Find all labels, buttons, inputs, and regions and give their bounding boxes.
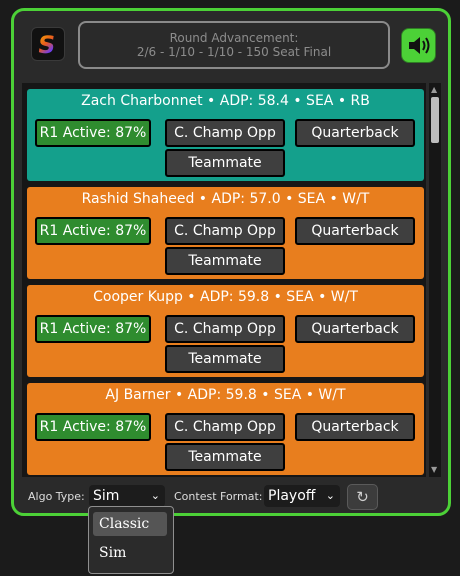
- player-title: Rashid Shaheed • ADP: 57.0 • SEA • W/T: [81, 191, 370, 207]
- header: S Round Advancement: 2/6 - 1/10 - 1/10 -…: [14, 11, 448, 79]
- algo-type-dropdown: Classic Sim: [88, 506, 174, 574]
- champ-opp-button[interactable]: C. Champ Opp: [165, 119, 285, 147]
- player-card: AJ Barner • ADP: 59.8 • SEA • W/T R1 Act…: [27, 383, 424, 475]
- champ-opp-button[interactable]: C. Champ Opp: [165, 217, 285, 245]
- chevron-down-icon: ⌄: [150, 489, 160, 502]
- algo-type-select[interactable]: Sim ⌄: [89, 485, 165, 507]
- r1-active-button[interactable]: R1 Active: 87%: [35, 315, 151, 343]
- refresh-button[interactable]: ↻: [347, 484, 378, 510]
- r1-active-button[interactable]: R1 Active: 87%: [35, 119, 151, 147]
- contest-format-label: Contest Format:: [174, 490, 263, 503]
- round-detail: 2/6 - 1/10 - 1/10 - 150 Seat Final: [136, 45, 332, 59]
- quarterback-button[interactable]: Quarterback: [295, 217, 415, 245]
- scrollbar[interactable]: ▲ ▼: [429, 83, 441, 477]
- teammate-button[interactable]: Teammate: [165, 149, 285, 177]
- algo-type-label: Algo Type:: [28, 490, 85, 503]
- champ-opp-button[interactable]: C. Champ Opp: [165, 413, 285, 441]
- refresh-icon: ↻: [356, 488, 369, 506]
- footer: Algo Type: Sim ⌄ Contest Format: Playoff…: [14, 481, 448, 511]
- teammate-button[interactable]: Teammate: [165, 443, 285, 471]
- algo-type-value: Sim: [93, 488, 120, 504]
- teammate-button[interactable]: Teammate: [165, 345, 285, 373]
- player-title: Zach Charbonnet • ADP: 58.4 • SEA • RB: [81, 93, 370, 109]
- chevron-down-icon: ⌄: [325, 489, 335, 502]
- quarterback-button[interactable]: Quarterback: [295, 413, 415, 441]
- speaker-icon: [409, 37, 430, 54]
- player-list[interactable]: Zach Charbonnet • ADP: 58.4 • SEA • RB R…: [22, 83, 426, 477]
- r1-active-button[interactable]: R1 Active: 87%: [35, 413, 151, 441]
- quarterback-button[interactable]: Quarterback: [295, 315, 415, 343]
- app-logo: S: [31, 27, 65, 61]
- player-title: Cooper Kupp • ADP: 59.8 • SEA • W/T: [93, 289, 358, 305]
- logo-letter: S: [36, 31, 58, 59]
- player-title: AJ Barner • ADP: 59.8 • SEA • W/T: [105, 387, 346, 403]
- round-title: Round Advancement:: [169, 31, 299, 45]
- round-advancement-box: Round Advancement: 2/6 - 1/10 - 1/10 - 1…: [78, 21, 390, 69]
- scroll-up-icon[interactable]: ▲: [431, 85, 437, 94]
- r1-active-button[interactable]: R1 Active: 87%: [35, 217, 151, 245]
- quarterback-button[interactable]: Quarterback: [295, 119, 415, 147]
- scrollbar-thumb[interactable]: [431, 97, 439, 143]
- player-card: Cooper Kupp • ADP: 59.8 • SEA • W/T R1 A…: [27, 285, 424, 377]
- contest-format-select[interactable]: Playoff ⌄: [264, 485, 340, 507]
- contest-format-value: Playoff: [268, 488, 316, 504]
- player-card: Rashid Shaheed • ADP: 57.0 • SEA • W/T R…: [27, 187, 424, 279]
- dropdown-option-sim[interactable]: Sim: [93, 541, 167, 565]
- champ-opp-button[interactable]: C. Champ Opp: [165, 315, 285, 343]
- player-card: Zach Charbonnet • ADP: 58.4 • SEA • RB R…: [27, 89, 424, 181]
- main-panel: S Round Advancement: 2/6 - 1/10 - 1/10 -…: [11, 8, 451, 516]
- sound-button[interactable]: [401, 28, 436, 63]
- teammate-button[interactable]: Teammate: [165, 247, 285, 275]
- dropdown-option-classic[interactable]: Classic: [93, 512, 167, 536]
- scroll-down-icon[interactable]: ▼: [431, 465, 437, 474]
